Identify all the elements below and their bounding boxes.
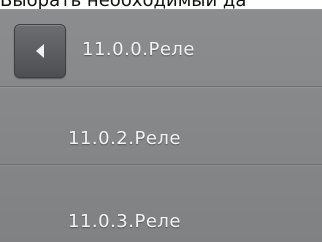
menu-item[interactable]: 11.0.3.Реле bbox=[0, 165, 322, 242]
menu-item-label: 11.0.2.Реле bbox=[68, 128, 181, 149]
relay-menu: 11.0.0.Реле 11.0.2.Реле 11.0.3.Реле bbox=[0, 9, 322, 242]
menu-item-label: 11.0.0.Реле bbox=[82, 39, 195, 60]
menu-item[interactable]: 11.0.2.Реле bbox=[0, 87, 322, 165]
back-button[interactable] bbox=[14, 24, 66, 78]
menu-item-current[interactable]: 11.0.0.Реле bbox=[0, 9, 322, 87]
triangle-left-icon bbox=[34, 43, 46, 59]
menu-item-label: 11.0.3.Реле bbox=[68, 211, 181, 232]
